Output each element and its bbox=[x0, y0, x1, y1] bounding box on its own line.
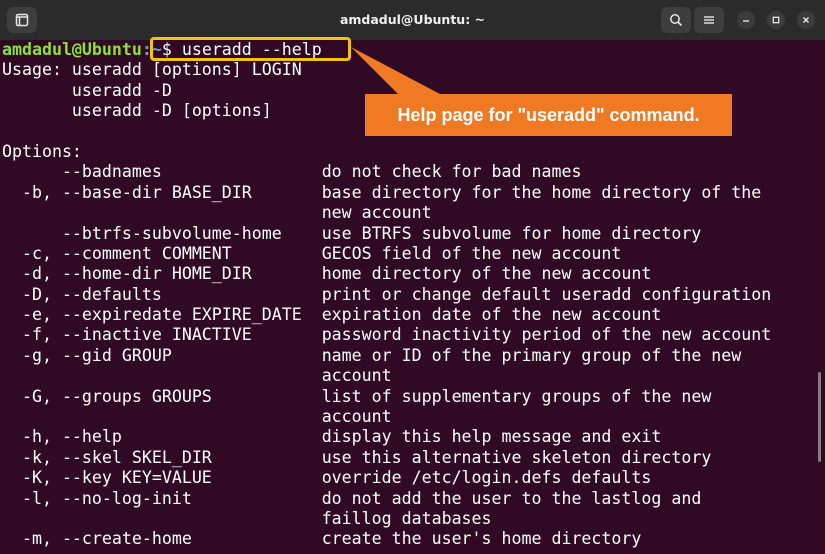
callout-label: Help page for "useradd" command. bbox=[365, 94, 732, 136]
callout-arrow bbox=[351, 47, 440, 94]
scrollbar[interactable] bbox=[818, 372, 821, 462]
